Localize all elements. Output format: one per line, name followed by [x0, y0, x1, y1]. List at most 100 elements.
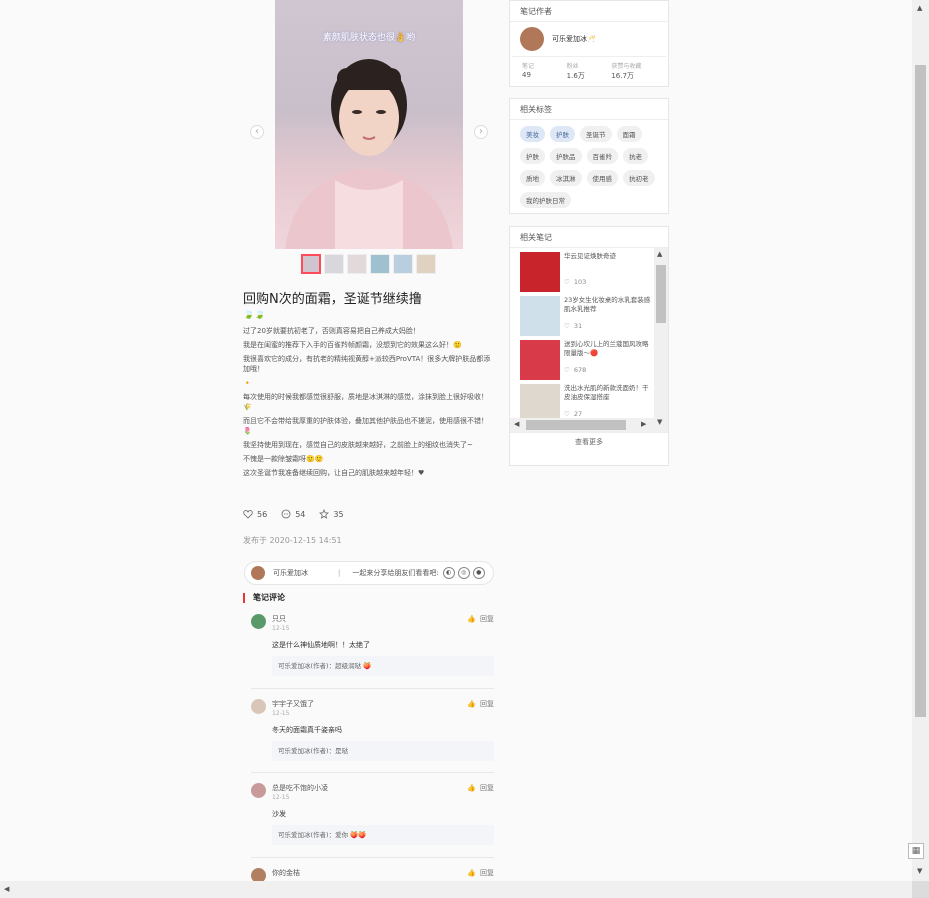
tag[interactable]: 护肤	[550, 126, 575, 142]
author-row[interactable]: 可乐爱加冰🥂	[510, 22, 668, 56]
stat-label: 粉丝	[566, 63, 579, 70]
carousel-next-button[interactable]: ›	[474, 125, 488, 139]
author-avatar[interactable]	[520, 27, 544, 51]
note-paragraph: 我是在闺蜜的推荐下入手的百雀羚帧颜霜，没想到它的效果这么好！🙂	[243, 341, 462, 349]
related-note[interactable]: 华云见证焕肤奇迹 ♡ 103	[510, 248, 668, 292]
collect-button[interactable]: 35	[319, 509, 344, 519]
note-image-carousel[interactable]: 素颜肌肤状态也很👌哟	[275, 0, 463, 249]
related-notes-list[interactable]: 华云见证焕肤奇迹 ♡ 103 23岁女生化妆桌的水乳套装感肌水乳推荐 ♡ 31 送到…	[510, 248, 668, 432]
scrollbar-thumb[interactable]	[656, 265, 666, 323]
stat-likes-collects: 获赞与收藏 16.7万	[611, 61, 656, 81]
page-horizontal-scrollbar[interactable]: ◀	[0, 881, 912, 898]
tag[interactable]: 护肤	[520, 148, 545, 164]
related-note-image[interactable]	[520, 340, 560, 380]
related-notes-horizontal-scrollbar[interactable]: ◀ ▶	[510, 418, 656, 432]
note-emoji-line: 🍃🍃	[243, 310, 266, 320]
scroll-up-icon[interactable]: ▲	[657, 250, 662, 258]
commenter-avatar[interactable]	[251, 699, 266, 714]
reply-label: 回复	[480, 615, 494, 623]
scroll-left-icon[interactable]: ◀	[4, 885, 9, 893]
like-count: 27	[573, 410, 583, 418]
author-avatar[interactable]	[251, 566, 265, 580]
related-note-title[interactable]: 华云见证焕肤奇迹	[564, 252, 654, 270]
commenter-avatar[interactable]	[251, 868, 266, 881]
related-note-likes: ♡ 678	[564, 366, 586, 374]
scroll-up-icon[interactable]: ▲	[917, 4, 922, 12]
thumbnail-6[interactable]	[416, 254, 436, 274]
reply-button[interactable]: 👍 回复	[467, 783, 494, 793]
commenter-avatar[interactable]	[251, 614, 266, 629]
comment-date: 12-15	[272, 794, 290, 801]
carousel-prev-button[interactable]: ‹	[250, 125, 264, 139]
carousel-thumbnails	[301, 254, 436, 274]
related-note-title[interactable]: 洗出水光肌的新款洗面奶！干皮油皮保湿搭座	[564, 384, 654, 402]
related-notes-vertical-scrollbar[interactable]: ▲ ▼	[654, 248, 668, 432]
related-notes-heading: 相关笔记	[510, 227, 668, 248]
moments-icon[interactable]: ◎	[457, 567, 470, 579]
related-note[interactable]: 送到心坎儿上的兰蔻国风攻略限量版～🔴 ♡ 678	[510, 336, 668, 380]
note-paragraph: 这次圣诞节我准备继续回购，让自己的肌肤越来越年轻！♥	[243, 469, 425, 477]
related-note-image[interactable]	[520, 252, 560, 292]
commenter-avatar[interactable]	[251, 783, 266, 798]
thumbs-up-icon: 👍	[467, 700, 476, 708]
comment-button[interactable]: 54	[281, 509, 305, 519]
tag[interactable]: 使用感	[586, 170, 618, 186]
tag[interactable]: 面霜	[616, 126, 642, 142]
author-name[interactable]: 可乐爱加冰🥂	[552, 34, 596, 44]
scrollbar-thumb[interactable]	[526, 420, 626, 430]
heart-icon	[243, 510, 253, 519]
thumbnail-2[interactable]	[324, 254, 344, 274]
commenter-name[interactable]: 你的金桔	[272, 868, 300, 878]
share-author-name[interactable]: 可乐爱加冰	[273, 568, 308, 578]
stat-fans: 粉丝 1.6万	[567, 61, 612, 81]
tag[interactable]: 抗老	[623, 148, 648, 164]
reply-button[interactable]: 👍 回复	[467, 699, 494, 709]
note-body: 过了20岁就要抗初老了，否则真容易把自己养成大妈脸！ 我是在闺蜜的推荐下入手的百…	[243, 326, 493, 482]
thumbs-up-icon: 👍	[467, 784, 476, 792]
stat-label: 笔记	[522, 63, 535, 70]
note-paragraph: 不愧是一款除皱霜呀🙂🙂	[243, 455, 324, 463]
tag[interactable]: 圣诞节	[580, 126, 612, 142]
scroll-down-icon[interactable]: ▼	[657, 418, 662, 426]
related-note-image[interactable]	[520, 296, 560, 336]
note-paragraph: 我很喜欢它的成分，有抗老的精纯视黄醇+派较西ProVTA！很多大牌护肤品都添加哦…	[243, 355, 491, 373]
scrollbar-corner	[912, 881, 929, 898]
see-more-link[interactable]: 查看更多	[510, 432, 668, 451]
tag[interactable]: 百雀羚	[586, 148, 618, 164]
reply-button[interactable]: 👍 回复	[467, 868, 494, 878]
thumbnail-4[interactable]	[370, 254, 390, 274]
wechat-icon[interactable]: ◐	[442, 567, 455, 579]
commenter-name[interactable]: 只只	[272, 614, 286, 624]
star-icon	[319, 509, 330, 519]
thumbnail-1[interactable]	[301, 254, 321, 274]
thumbnail-5[interactable]	[393, 254, 413, 274]
tag[interactable]: 美妆	[520, 126, 545, 142]
comment-date: 12-15	[272, 625, 290, 632]
tag[interactable]: 我的护肤日常	[520, 192, 571, 208]
related-note-title[interactable]: 23岁女生化妆桌的水乳套装感肌水乳推荐	[564, 296, 654, 314]
commenter-name[interactable]: 总是吃不饱的小凌	[272, 783, 328, 793]
reply-button[interactable]: 👍 回复	[467, 614, 494, 624]
tag[interactable]: 护肤品	[550, 148, 582, 164]
tag-list: 美妆 护肤 圣诞节 面霜 护肤 护肤品 百雀羚 抗老 质地 冰淇淋 使用感 抗初…	[510, 120, 668, 216]
tag[interactable]: 冰淇淋	[550, 170, 582, 186]
like-button[interactable]: 56	[243, 509, 267, 519]
thumbnail-3[interactable]	[347, 254, 367, 274]
comment-item: 只只 12-15 👍 回复 这是什么神仙质地啊！！太绝了 可乐爱加冰(作者)：超级…	[251, 614, 494, 690]
qr-code-icon[interactable]: ▦	[908, 843, 924, 859]
weibo-icon[interactable]: ●	[472, 567, 485, 579]
scroll-left-icon[interactable]: ◀	[514, 420, 519, 428]
like-count: 56	[257, 509, 268, 519]
tag[interactable]: 抗初老	[623, 170, 655, 186]
scroll-right-icon[interactable]: ▶	[641, 420, 646, 428]
page-vertical-scrollbar[interactable]: ▲ ▼	[912, 0, 929, 881]
tag[interactable]: 质地	[520, 170, 545, 186]
related-note[interactable]: 23岁女生化妆桌的水乳套装感肌水乳推荐 ♡ 31	[510, 292, 668, 336]
share-icons: ◐ ◎ ●	[442, 567, 485, 579]
note-paragraph: 🔸	[243, 379, 252, 387]
commenter-name[interactable]: 宇宇子又饿了	[272, 699, 314, 709]
scroll-down-icon[interactable]: ▼	[917, 867, 922, 875]
comment-item: 你的金桔 👍 回复	[251, 868, 494, 881]
page-scrollbar-thumb[interactable]	[915, 65, 926, 717]
related-note-title[interactable]: 送到心坎儿上的兰蔻国风攻略限量版～🔴	[564, 340, 654, 358]
